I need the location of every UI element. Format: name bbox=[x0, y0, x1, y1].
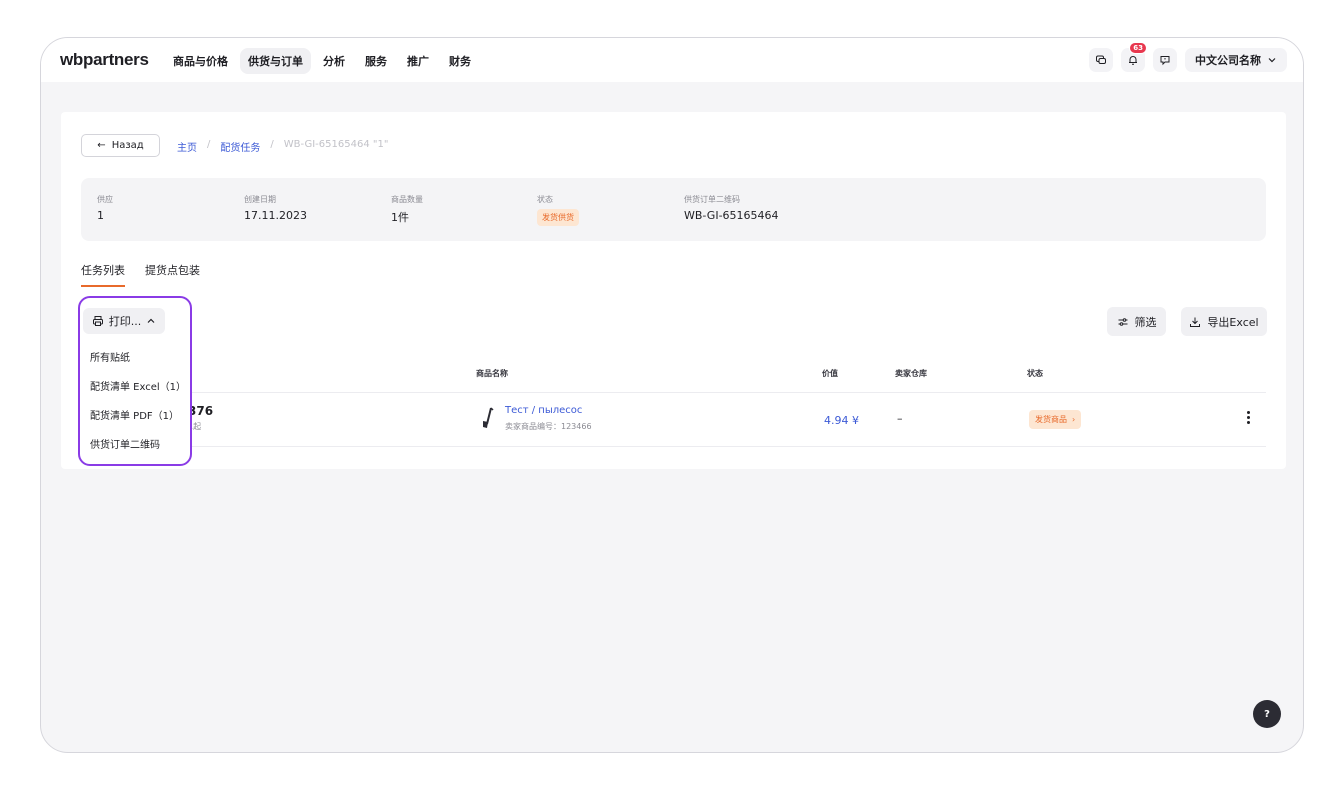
breadcrumb-current: WB-GI-65165464 "1" bbox=[283, 139, 389, 150]
export-excel-button[interactable]: 导出Excel bbox=[1181, 307, 1267, 336]
app-window: wbpartners 商品与价格 供货与订单 分析 服务 推广 财务 63 中文… bbox=[40, 37, 1304, 753]
info-label: 状态 bbox=[537, 195, 553, 204]
feedback-button[interactable] bbox=[1153, 48, 1177, 72]
download-icon bbox=[1190, 317, 1201, 327]
breadcrumb-tasks[interactable]: 配货任务 bbox=[220, 139, 260, 154]
column-header-warehouse[interactable]: 卖家仓库 bbox=[895, 368, 927, 379]
filter-sliders-icon bbox=[1118, 317, 1127, 326]
info-value: 1 bbox=[97, 209, 104, 222]
main-nav: 商品与价格 供货与订单 分析 服务 推广 财务 bbox=[165, 48, 479, 74]
info-label: 供货订单二维码 bbox=[684, 195, 740, 204]
filter-button[interactable]: 筛选 bbox=[1107, 307, 1166, 336]
info-created-date: 创建日期 17.11.2023 bbox=[244, 194, 307, 222]
back-label: Назад bbox=[111, 140, 144, 151]
logo-partners: partners bbox=[83, 50, 149, 69]
notification-badge: 63 bbox=[1129, 42, 1147, 54]
supply-info-box: 供应 1 创建日期 17.11.2023 商品数量 1件 状态 发货供货 供货订… bbox=[81, 178, 1266, 241]
column-header-price[interactable]: 价值 bbox=[822, 368, 838, 379]
info-supply: 供应 1 bbox=[97, 194, 113, 222]
info-label: 商品数量 bbox=[391, 195, 423, 204]
breadcrumb: 主页 / 配货任务 / WB-GI-65165464 "1" bbox=[177, 139, 388, 154]
nav-finance[interactable]: 财务 bbox=[441, 48, 479, 74]
nav-promotion[interactable]: 推广 bbox=[399, 48, 437, 74]
tab-pickup-packaging[interactable]: 提货点包装 bbox=[145, 262, 200, 287]
more-options-icon[interactable] bbox=[1244, 411, 1252, 424]
wbpartners-logo[interactable]: wbpartners bbox=[60, 50, 149, 70]
table-header: 商品名称 价值 卖家仓库 状态 bbox=[81, 352, 1266, 393]
info-quantity: 商品数量 1件 bbox=[391, 194, 423, 225]
menu-item-all-stickers[interactable]: 所有贴纸 bbox=[81, 342, 191, 371]
vacuum-product-icon bbox=[483, 407, 494, 428]
breadcrumb-home[interactable]: 主页 bbox=[177, 139, 197, 154]
supply-task-panel: ← Назад 主页 / 配货任务 / WB-GI-65165464 "1" 供… bbox=[61, 112, 1286, 469]
company-selector[interactable]: 中文公司名称 bbox=[1185, 48, 1287, 72]
nav-analytics[interactable]: 分析 bbox=[315, 48, 353, 74]
tabs: 任务列表 提货点包装 bbox=[81, 262, 200, 287]
info-value: WB-GI-65165464 bbox=[684, 209, 779, 222]
info-status: 状态 发货供货 bbox=[537, 194, 579, 226]
chevron-right-icon: › bbox=[1072, 415, 1076, 424]
print-button-label: 打印... bbox=[108, 315, 142, 328]
print-button[interactable]: 打印... bbox=[83, 308, 165, 334]
printer-icon bbox=[92, 316, 103, 326]
nav-services[interactable]: 服务 bbox=[357, 48, 395, 74]
row-task-id: 376 bbox=[188, 404, 214, 418]
chat-button[interactable] bbox=[1089, 48, 1113, 72]
menu-item-supply-qr-code[interactable]: 供货订单二维码 bbox=[81, 429, 191, 458]
arrow-left-icon: ← bbox=[97, 140, 106, 151]
product-sku: 卖家商品编号：123466 bbox=[505, 422, 592, 431]
chevron-up-icon bbox=[147, 318, 155, 323]
filter-label: 筛选 bbox=[1134, 315, 1157, 329]
row-status-badge[interactable]: 发货商品 › bbox=[1029, 410, 1082, 429]
info-value: 17.11.2023 bbox=[244, 209, 307, 222]
company-name: 中文公司名称 bbox=[1195, 54, 1261, 67]
info-value: 1件 bbox=[391, 211, 409, 224]
top-navigation-bar: wbpartners 商品与价格 供货与订单 分析 服务 推广 财务 63 中文… bbox=[41, 38, 1303, 82]
nav-supply-orders[interactable]: 供货与订单 bbox=[240, 48, 311, 74]
export-label: 导出Excel bbox=[1207, 315, 1259, 329]
row-status-label: 发货商品 bbox=[1035, 415, 1067, 424]
notifications-button[interactable]: 63 bbox=[1121, 42, 1147, 72]
column-header-product[interactable]: 商品名称 bbox=[476, 368, 508, 379]
info-qr-code: 供货订单二维码 WB-GI-65165464 bbox=[684, 194, 779, 222]
seller-warehouse: – bbox=[897, 412, 903, 425]
back-button[interactable]: ← Назад bbox=[81, 134, 160, 157]
nav-products-prices[interactable]: 商品与价格 bbox=[165, 48, 236, 74]
product-name-link[interactable]: Тест / пылесос bbox=[505, 405, 582, 416]
chat-icon bbox=[1096, 55, 1106, 64]
info-label: 创建日期 bbox=[244, 195, 276, 204]
header-actions: 63 中文公司名称 bbox=[1089, 42, 1287, 72]
menu-item-picklist-pdf[interactable]: 配货清单 PDF（1） bbox=[81, 400, 191, 429]
feedback-icon bbox=[1160, 56, 1170, 66]
breadcrumb-separator: / bbox=[270, 139, 274, 150]
table-row[interactable]: 376 1起 Тест / пылесос 卖家商品编号：123466 4.94… bbox=[81, 394, 1266, 447]
status-badge: 发货供货 bbox=[537, 209, 579, 226]
logo-wb: wb bbox=[60, 50, 84, 69]
bell-icon bbox=[1129, 56, 1137, 65]
info-label: 供应 bbox=[97, 195, 113, 204]
breadcrumb-separator: / bbox=[207, 139, 211, 150]
product-price[interactable]: 4.94 ¥ bbox=[824, 414, 859, 427]
print-dropdown-menu: 所有贴纸 配货清单 Excel（1） 配货清单 PDF（1） 供货订单二维码 bbox=[81, 342, 191, 458]
help-button[interactable]: ? bbox=[1253, 700, 1281, 728]
column-header-status[interactable]: 状态 bbox=[1027, 368, 1043, 379]
chevron-down-icon bbox=[1268, 58, 1276, 63]
tab-task-list[interactable]: 任务列表 bbox=[81, 262, 125, 287]
menu-item-picklist-excel[interactable]: 配货清单 Excel（1） bbox=[81, 371, 191, 400]
